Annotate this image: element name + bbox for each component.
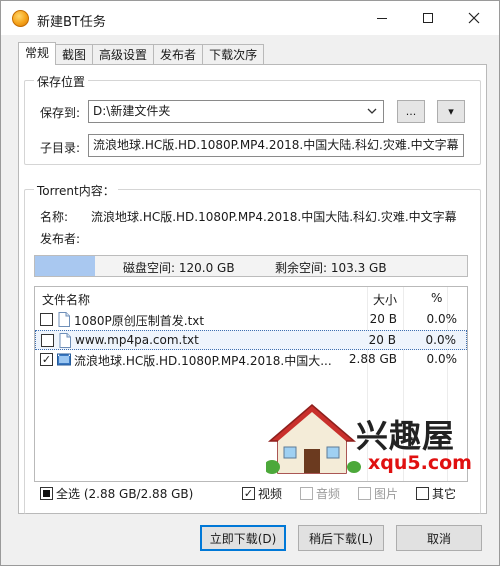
file-size: 20 B [369, 312, 397, 326]
audio-filter-checkbox[interactable]: 音频 [300, 485, 340, 502]
image-filter-label: 图片 [374, 487, 399, 501]
app-logo-icon [12, 10, 29, 27]
new-bt-task-window: 新建BT任务 常规 截图 高级设置 发布者 下载次序 保存位置 保存到: D:\… [0, 0, 500, 566]
disk-space-text: 磁盘空间: 120.0 GB [123, 261, 235, 275]
tab-general[interactable]: 常规 [18, 42, 57, 65]
select-all-checkbox[interactable]: 全选 (2.88 GB/2.88 GB) [40, 485, 193, 502]
image-filter-box[interactable] [358, 487, 371, 500]
browse-folder-button[interactable]: ... [397, 100, 425, 123]
save-location-heading: 保存位置 [34, 73, 89, 90]
file-checkbox[interactable] [41, 334, 54, 347]
file-checkbox[interactable]: ✓ [40, 353, 53, 366]
text-file-icon [58, 312, 70, 327]
tab-download-order[interactable]: 下载次序 [203, 44, 265, 65]
tab-publisher[interactable]: 发布者 [154, 44, 204, 65]
free-space-text: 剩余空间: 103.3 GB [275, 261, 387, 275]
close-icon [468, 12, 480, 24]
file-percent: 0.0% [425, 333, 457, 347]
column-header-percent[interactable]: % [431, 291, 442, 305]
file-name: 1080P原创压制首发.txt [74, 314, 205, 328]
minimize-button[interactable] [359, 1, 405, 35]
watermark-brand-text: 兴趣屋 [356, 417, 456, 455]
video-filter-label: 视频 [258, 487, 283, 501]
other-filter-label: 其它 [432, 487, 457, 501]
file-size: 2.88 GB [348, 352, 397, 366]
column-header-name[interactable]: 文件名称 [42, 291, 90, 308]
download-now-button[interactable]: 立即下载(D) [200, 525, 286, 551]
file-name: 流浪地球.HC版.HD.1080P.MP4.2018.中国大... [74, 354, 332, 368]
subdirectory-input[interactable]: 流浪地球.HC版.HD.1080P.MP4.2018.中国大陆.科幻.灾难.中文… [88, 134, 464, 157]
maximize-button[interactable] [405, 1, 451, 35]
text-file-icon [59, 333, 71, 348]
video-file-icon [57, 353, 71, 366]
window-title: 新建BT任务 [37, 15, 106, 30]
file-row[interactable]: www.mp4pa.com.txt 20 B 0.0% [35, 330, 467, 350]
disk-space-bar: 磁盘空间: 120.0 GB 剩余空间: 103.3 GB [34, 255, 468, 277]
audio-filter-box[interactable] [300, 487, 313, 500]
download-later-button[interactable]: 稍后下载(L) [298, 525, 384, 551]
save-to-label: 保存到: [40, 106, 81, 120]
cancel-button[interactable]: 取消 [396, 525, 482, 551]
file-percent: 0.0% [426, 352, 458, 366]
select-all-label: 全选 (2.88 GB/2.88 GB) [56, 487, 194, 501]
other-filter-box[interactable] [416, 487, 429, 500]
file-name: www.mp4pa.com.txt [75, 333, 199, 347]
disk-used-fill [35, 256, 96, 276]
minimize-icon [377, 17, 387, 19]
maximize-icon [423, 13, 433, 23]
title-bar[interactable]: 新建BT任务 [1, 1, 499, 35]
file-row[interactable]: 1080P原创压制首发.txt 20 B 0.0% [35, 310, 467, 330]
subdirectory-label: 子目录: [40, 141, 81, 155]
file-checkbox[interactable] [40, 313, 53, 326]
file-percent: 0.0% [426, 312, 458, 326]
video-filter-box[interactable]: ✓ [242, 487, 255, 500]
tab-screenshots[interactable]: 截图 [56, 44, 94, 65]
video-filter-checkbox[interactable]: ✓ 视频 [242, 485, 282, 502]
close-button[interactable] [451, 1, 497, 35]
tab-advanced[interactable]: 高级设置 [93, 44, 155, 65]
publisher-label: 发布者: [40, 232, 81, 246]
chevron-down-icon [367, 108, 377, 114]
audio-filter-label: 音频 [316, 487, 341, 501]
torrent-name-value: 流浪地球.HC版.HD.1080P.MP4.2018.中国大陆.科幻.灾难.中文… [91, 210, 457, 224]
torrent-name-label: 名称: [40, 210, 69, 224]
column-header-size[interactable]: 大小 [373, 291, 397, 308]
tab-strip: 常规 截图 高级设置 发布者 下载次序 [18, 42, 265, 65]
file-size: 20 B [368, 333, 396, 347]
file-row[interactable]: ✓ 流浪地球.HC版.HD.1080P.MP4.2018.中国大... 2.88… [35, 350, 467, 370]
select-all-box[interactable] [40, 487, 53, 500]
save-path-value: D:\新建文件夹 [93, 104, 171, 118]
save-path-select[interactable]: D:\新建文件夹 [88, 100, 384, 123]
other-filter-checkbox[interactable]: 其它 [416, 485, 456, 502]
path-menu-button[interactable]: ▾ [437, 100, 465, 123]
watermark-domain-text: xqu5.com [368, 452, 472, 474]
torrent-content-heading: Torrent内容： [34, 182, 118, 199]
image-filter-checkbox[interactable]: 图片 [358, 485, 398, 502]
